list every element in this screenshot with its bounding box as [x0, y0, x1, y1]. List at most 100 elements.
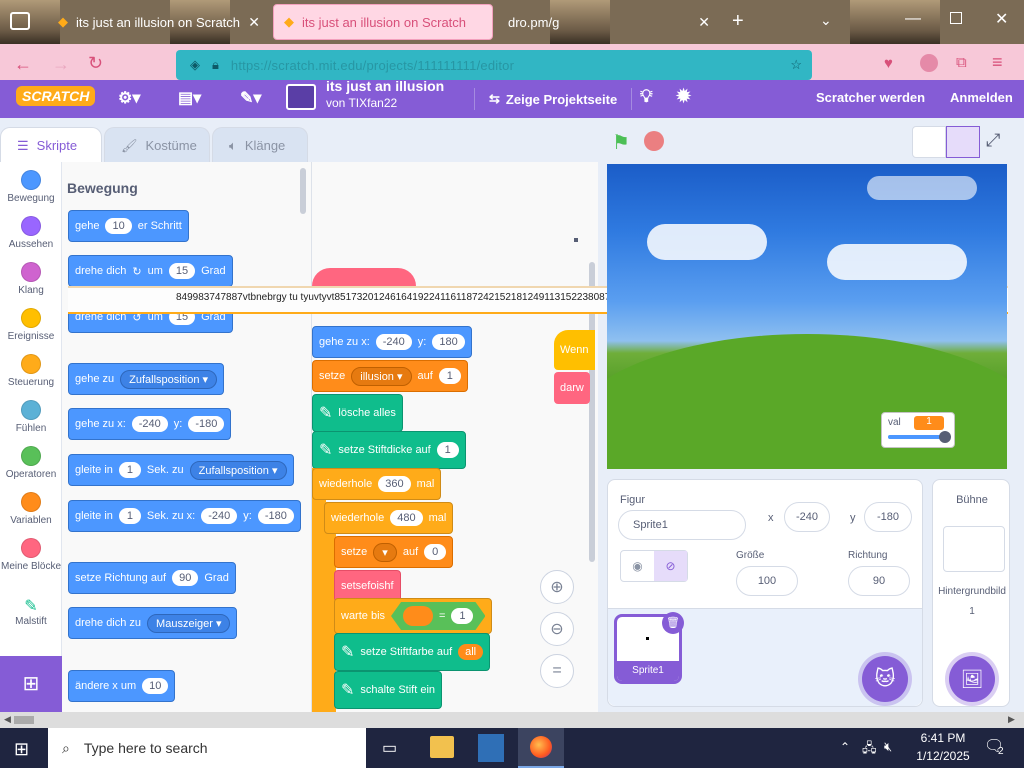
new-tab-icon[interactable]: + — [732, 10, 744, 33]
script-event-hat-partial[interactable]: Wenn — [554, 330, 595, 370]
forward-icon[interactable]: → — [52, 54, 70, 75]
block-input[interactable]: all — [458, 644, 484, 660]
block-dropdown[interactable]: Mauszeiger ▾ — [147, 613, 231, 633]
hide-eye-icon[interactable]: ⊘ — [654, 551, 687, 581]
block-input[interactable]: 480 — [390, 510, 423, 526]
block-input[interactable]: 10 — [105, 218, 132, 234]
tutorials-icon[interactable] — [286, 84, 316, 110]
network-icon[interactable]: 🖧︎ — [862, 739, 877, 761]
block-goto[interactable]: gehe zu Zufallsposition ▾ — [68, 363, 225, 395]
small-stage-button[interactable] — [912, 126, 946, 158]
tab-overview-icon[interactable] — [10, 12, 30, 30]
green-flag-icon[interactable]: ⚑ — [612, 130, 630, 155]
block-dropdown[interactable]: illusion ▾ — [351, 366, 412, 386]
zoom-in-button[interactable]: ⊕ — [540, 570, 574, 604]
block-input[interactable]: -180 — [188, 416, 225, 432]
scroll-right-icon[interactable]: ▶ — [1008, 714, 1015, 725]
script-repeat-inner[interactable]: wiederhole 480 mal — [324, 502, 454, 534]
clock-time[interactable]: 6:41 PM — [910, 731, 976, 745]
script-goto-xy[interactable]: gehe zu x: -240 y: 180 — [312, 326, 472, 358]
x-input[interactable]: -240 — [784, 502, 830, 532]
zoom-reset-button[interactable]: = — [540, 654, 574, 688]
block-dropdown[interactable]: Zufallsposition ▾ — [189, 460, 287, 480]
scroll-left-icon[interactable]: ◀ — [4, 714, 11, 725]
horizontal-scrollbar[interactable]: ◀ ▶ — [0, 712, 1024, 728]
file-explorer-icon[interactable] — [430, 736, 454, 758]
category-pen[interactable]: ✎ Malstift — [0, 596, 62, 627]
category-control[interactable]: Steuerung — [0, 354, 62, 388]
add-backdrop-icon[interactable]: 🖼︎ — [949, 656, 995, 702]
block-point-direction[interactable]: setze Richtung auf 90 Grad — [68, 562, 236, 594]
block-dropdown[interactable]: Zufallsposition ▾ — [120, 369, 218, 389]
account-icon[interactable] — [920, 54, 938, 72]
script-custom-partial[interactable]: darw — [554, 372, 590, 404]
category-sensing[interactable]: Fühlen — [0, 400, 62, 434]
block-input[interactable]: 1 — [118, 462, 141, 478]
bookmark-star-icon[interactable]: ☆ — [790, 57, 802, 73]
stage-canvas[interactable]: val 1 — [607, 164, 1007, 469]
variable-reporter[interactable] — [403, 606, 433, 626]
block-input[interactable]: 1 — [438, 368, 461, 384]
url-text[interactable]: https://scratch.mit.edu/projects/1111111… — [231, 58, 514, 73]
extensions-icon[interactable]: ⧉ — [956, 54, 967, 71]
visibility-toggle[interactable]: ◉ ⊘ — [620, 550, 688, 582]
normal-stage-button[interactable] — [946, 126, 980, 158]
script-wait-until[interactable]: warte bis = 1 — [334, 598, 493, 634]
chevron-down-icon[interactable]: ⌄ — [820, 12, 832, 29]
close-icon[interactable]: ✕ — [248, 14, 260, 31]
block-input[interactable]: -240 — [201, 508, 238, 524]
sprite-name-input[interactable]: Sprite1 — [618, 510, 746, 540]
project-title-input[interactable]: its just an illusion — [326, 78, 444, 94]
block-input[interactable]: 90 — [172, 570, 199, 586]
firefox-taskbar-button[interactable] — [518, 728, 564, 768]
windows-start-icon[interactable]: ⊞ — [14, 739, 29, 760]
category-variables[interactable]: Variablen — [0, 492, 62, 526]
debug-icon[interactable]: ✹ — [676, 86, 691, 107]
add-sprite-cat-icon[interactable]: 🐱︎ — [862, 656, 908, 702]
stop-icon[interactable] — [644, 131, 664, 151]
size-input[interactable]: 100 — [736, 566, 798, 596]
block-glide-random[interactable]: gleite in 1 Sek. zu Zufallsposition ▾ — [68, 454, 294, 486]
script-set-variable[interactable]: setze illusion ▾ auf 1 — [312, 360, 468, 392]
taskbar-search[interactable]: ⌕ Type here to search — [48, 728, 366, 768]
see-project-page-button[interactable]: ⇆ Zeige Projektseite — [474, 88, 633, 110]
lightbulb-icon[interactable]: 💡︎ — [640, 86, 653, 107]
tab-sounds[interactable]: 🔈︎ Klänge — [212, 127, 308, 163]
fullscreen-icon[interactable]: ⤢ — [986, 130, 1000, 151]
block-input[interactable]: 1 — [436, 442, 459, 458]
script-set-variable-2[interactable]: setze ▾ auf 0 — [334, 536, 454, 568]
app-icon[interactable] — [478, 734, 504, 762]
script-area[interactable]: gehe zu x: -240 y: 180 setze illusion ▾ auf 1 … — [312, 162, 598, 712]
join-button[interactable]: Scratcher werden — [816, 90, 925, 105]
signin-button[interactable]: Anmelden — [950, 90, 1013, 105]
stage-thumbnail[interactable] — [943, 526, 1005, 572]
edit-menu-icon[interactable]: ✎▾ — [240, 88, 261, 108]
scroll-thumb[interactable] — [14, 716, 34, 724]
direction-input[interactable]: 90 — [848, 566, 910, 596]
close-icon[interactable]: ✕ — [698, 14, 710, 31]
block-change-x[interactable]: ändere x um 10 — [68, 670, 176, 702]
equals-operator[interactable]: = 1 — [391, 602, 485, 630]
volume-muted-icon[interactable]: 🔇︎ — [884, 739, 892, 755]
task-view-icon[interactable]: ▭ — [382, 738, 397, 758]
block-dropdown[interactable]: ▾ — [373, 542, 397, 562]
block-input[interactable]: -240 — [375, 334, 412, 350]
category-looks[interactable]: Aussehen — [0, 216, 62, 250]
zoom-out-button[interactable]: ⊖ — [540, 612, 574, 646]
category-operators[interactable]: Operatoren — [0, 446, 62, 480]
script-repeat-outer[interactable]: wiederhole 360 mal — [312, 468, 442, 500]
trash-icon[interactable]: 🗑︎ — [662, 612, 684, 634]
tab-3[interactable]: dro.pm/g ✕ — [498, 4, 720, 40]
block-input[interactable]: 1 — [118, 508, 141, 524]
block-input[interactable]: 10 — [142, 678, 169, 694]
block-input[interactable]: -240 — [131, 416, 168, 432]
file-menu-icon[interactable]: ▤▾ — [178, 88, 201, 108]
tab-2-active[interactable]: ◆ its just an illusion on Scratch — [273, 4, 493, 40]
script-pen-size[interactable]: ✎ setze Stiftdicke auf 1 — [312, 431, 466, 469]
restore-icon[interactable] — [950, 12, 962, 24]
reload-icon[interactable]: ↻ — [88, 53, 103, 74]
menu-icon[interactable]: ≡ — [992, 52, 1003, 73]
tab-costumes[interactable]: 🖌︎ Kostüme — [104, 127, 210, 163]
category-events[interactable]: Ereignisse — [0, 308, 62, 342]
back-icon[interactable]: ← — [14, 54, 32, 75]
